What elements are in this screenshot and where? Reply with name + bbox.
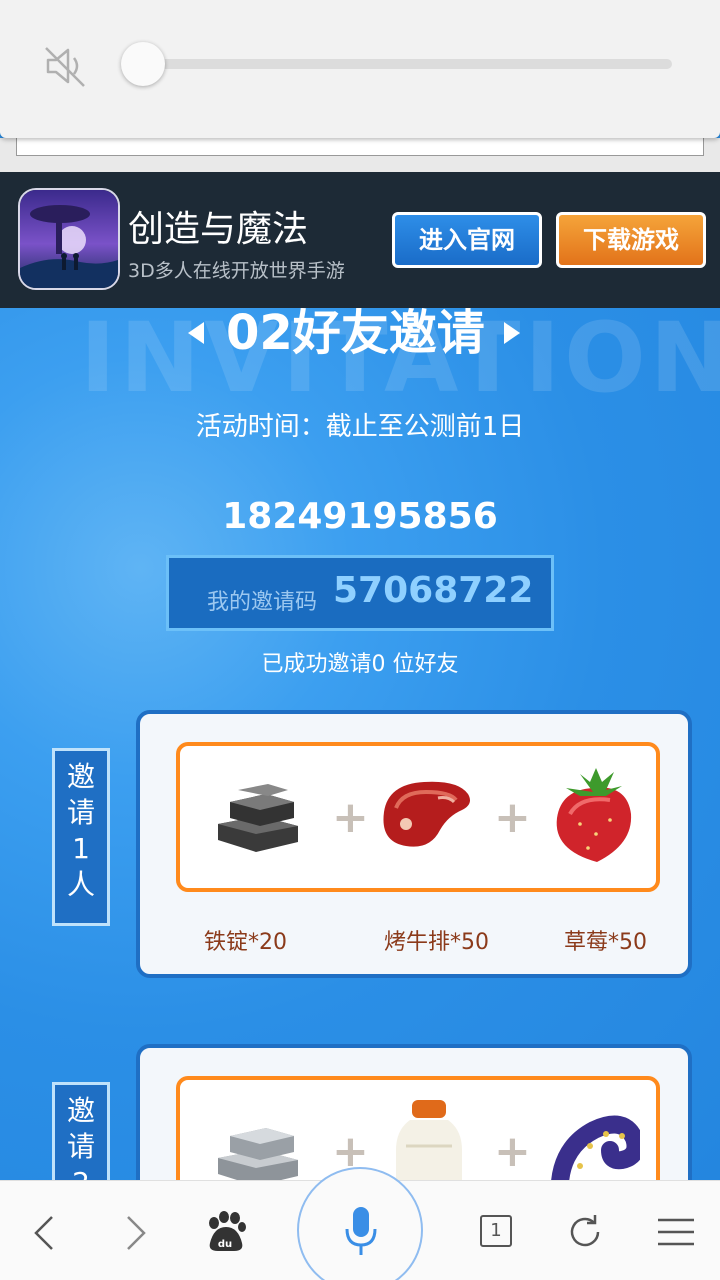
reward-item-name: 草莓*50 (564, 930, 647, 955)
plus-icon: + (494, 1126, 531, 1177)
app-title: 创造与魔法 (128, 209, 309, 250)
tentacle-icon (551, 1115, 640, 1180)
forward-button[interactable] (90, 1181, 180, 1280)
next-section-arrow-icon[interactable] (504, 322, 520, 344)
tier-label-char: 请 (66, 796, 95, 829)
tier-label-invite-2: 邀 请 2 (52, 1082, 110, 1180)
tabs-button[interactable]: 1 (450, 1181, 540, 1280)
page-edge (0, 138, 720, 172)
reward-item-name: 铁锭*20 (204, 930, 287, 955)
svg-text:du: du (218, 1239, 232, 1250)
section-header: 02好友邀请 (0, 308, 720, 364)
tier-label-char: 邀 (66, 760, 95, 793)
invite-code-value[interactable]: 57068722 (333, 570, 533, 611)
silver-ingot-icon (218, 1128, 298, 1180)
tier-label-char: 邀 (66, 1094, 95, 1127)
volume-panel (0, 0, 720, 138)
section-title: 02好友邀请 (226, 308, 485, 361)
chevron-left-icon (34, 1216, 53, 1250)
iron-ingot-icon (218, 784, 298, 852)
main-content: INVITATION 02好友邀请 活动时间：截止至公测前1日 18249195… (0, 308, 720, 1180)
home-button[interactable]: du (180, 1181, 270, 1280)
volume-slider-track[interactable] (140, 59, 672, 69)
back-button[interactable] (0, 1181, 90, 1280)
reward-card-tier-2: + + (136, 1044, 692, 1180)
volume-slider-thumb[interactable] (121, 42, 165, 86)
tier-label-char: 人 (66, 868, 95, 901)
app-logo[interactable] (18, 188, 120, 290)
prev-section-arrow-icon[interactable] (188, 322, 204, 344)
tier-label-char: 2 (55, 1165, 107, 1180)
invite-code-label: 我的邀请码 (207, 590, 318, 615)
app-subtitle: 3D多人在线开放世界手游 (128, 260, 345, 282)
browser-bottom-bar: du 1 (0, 1167, 720, 1280)
baidu-paw-icon: du (209, 1211, 246, 1251)
plus-icon: + (332, 792, 369, 843)
user-phone-number: 18249195856 (222, 496, 498, 537)
refresh-button[interactable] (540, 1181, 630, 1280)
reward-item-name: 烤牛排*50 (384, 930, 489, 955)
reward-card-tier-1: + + 铁锭*20 烤牛排*50 草莓*50 (136, 710, 692, 978)
strawberry-icon (556, 768, 632, 862)
tier-label-char: 请 (66, 1130, 95, 1163)
refresh-icon (570, 1215, 600, 1247)
plus-icon: + (494, 792, 531, 843)
microphone-icon (345, 1207, 377, 1255)
voice-search-button[interactable] (297, 1167, 423, 1280)
hamburger-menu-icon (658, 1218, 694, 1246)
reward-items-frame: + + (176, 742, 660, 892)
app-banner: 创造与魔法 3D多人在线开放世界手游 进入官网 下载游戏 (0, 172, 720, 308)
tier-label-char: 1 (72, 832, 90, 865)
tier-label-invite-1: 邀 请 1 人 (52, 748, 110, 926)
menu-button[interactable] (630, 1181, 720, 1280)
tab-count: 1 (480, 1215, 512, 1247)
official-site-button[interactable]: 进入官网 (392, 212, 542, 268)
steak-icon (383, 781, 470, 847)
reward-items-frame: + + (176, 1076, 660, 1180)
activity-time: 活动时间：截止至公测前1日 (195, 412, 525, 442)
milk-bottle-icon (396, 1100, 462, 1180)
invite-code-box[interactable]: 我的邀请码 57068722 (166, 555, 554, 631)
invited-count-text: 已成功邀请0 位好友 (261, 652, 459, 677)
mute-icon[interactable] (40, 40, 92, 92)
download-game-button[interactable]: 下载游戏 (556, 212, 706, 268)
chevron-right-icon (127, 1216, 146, 1250)
